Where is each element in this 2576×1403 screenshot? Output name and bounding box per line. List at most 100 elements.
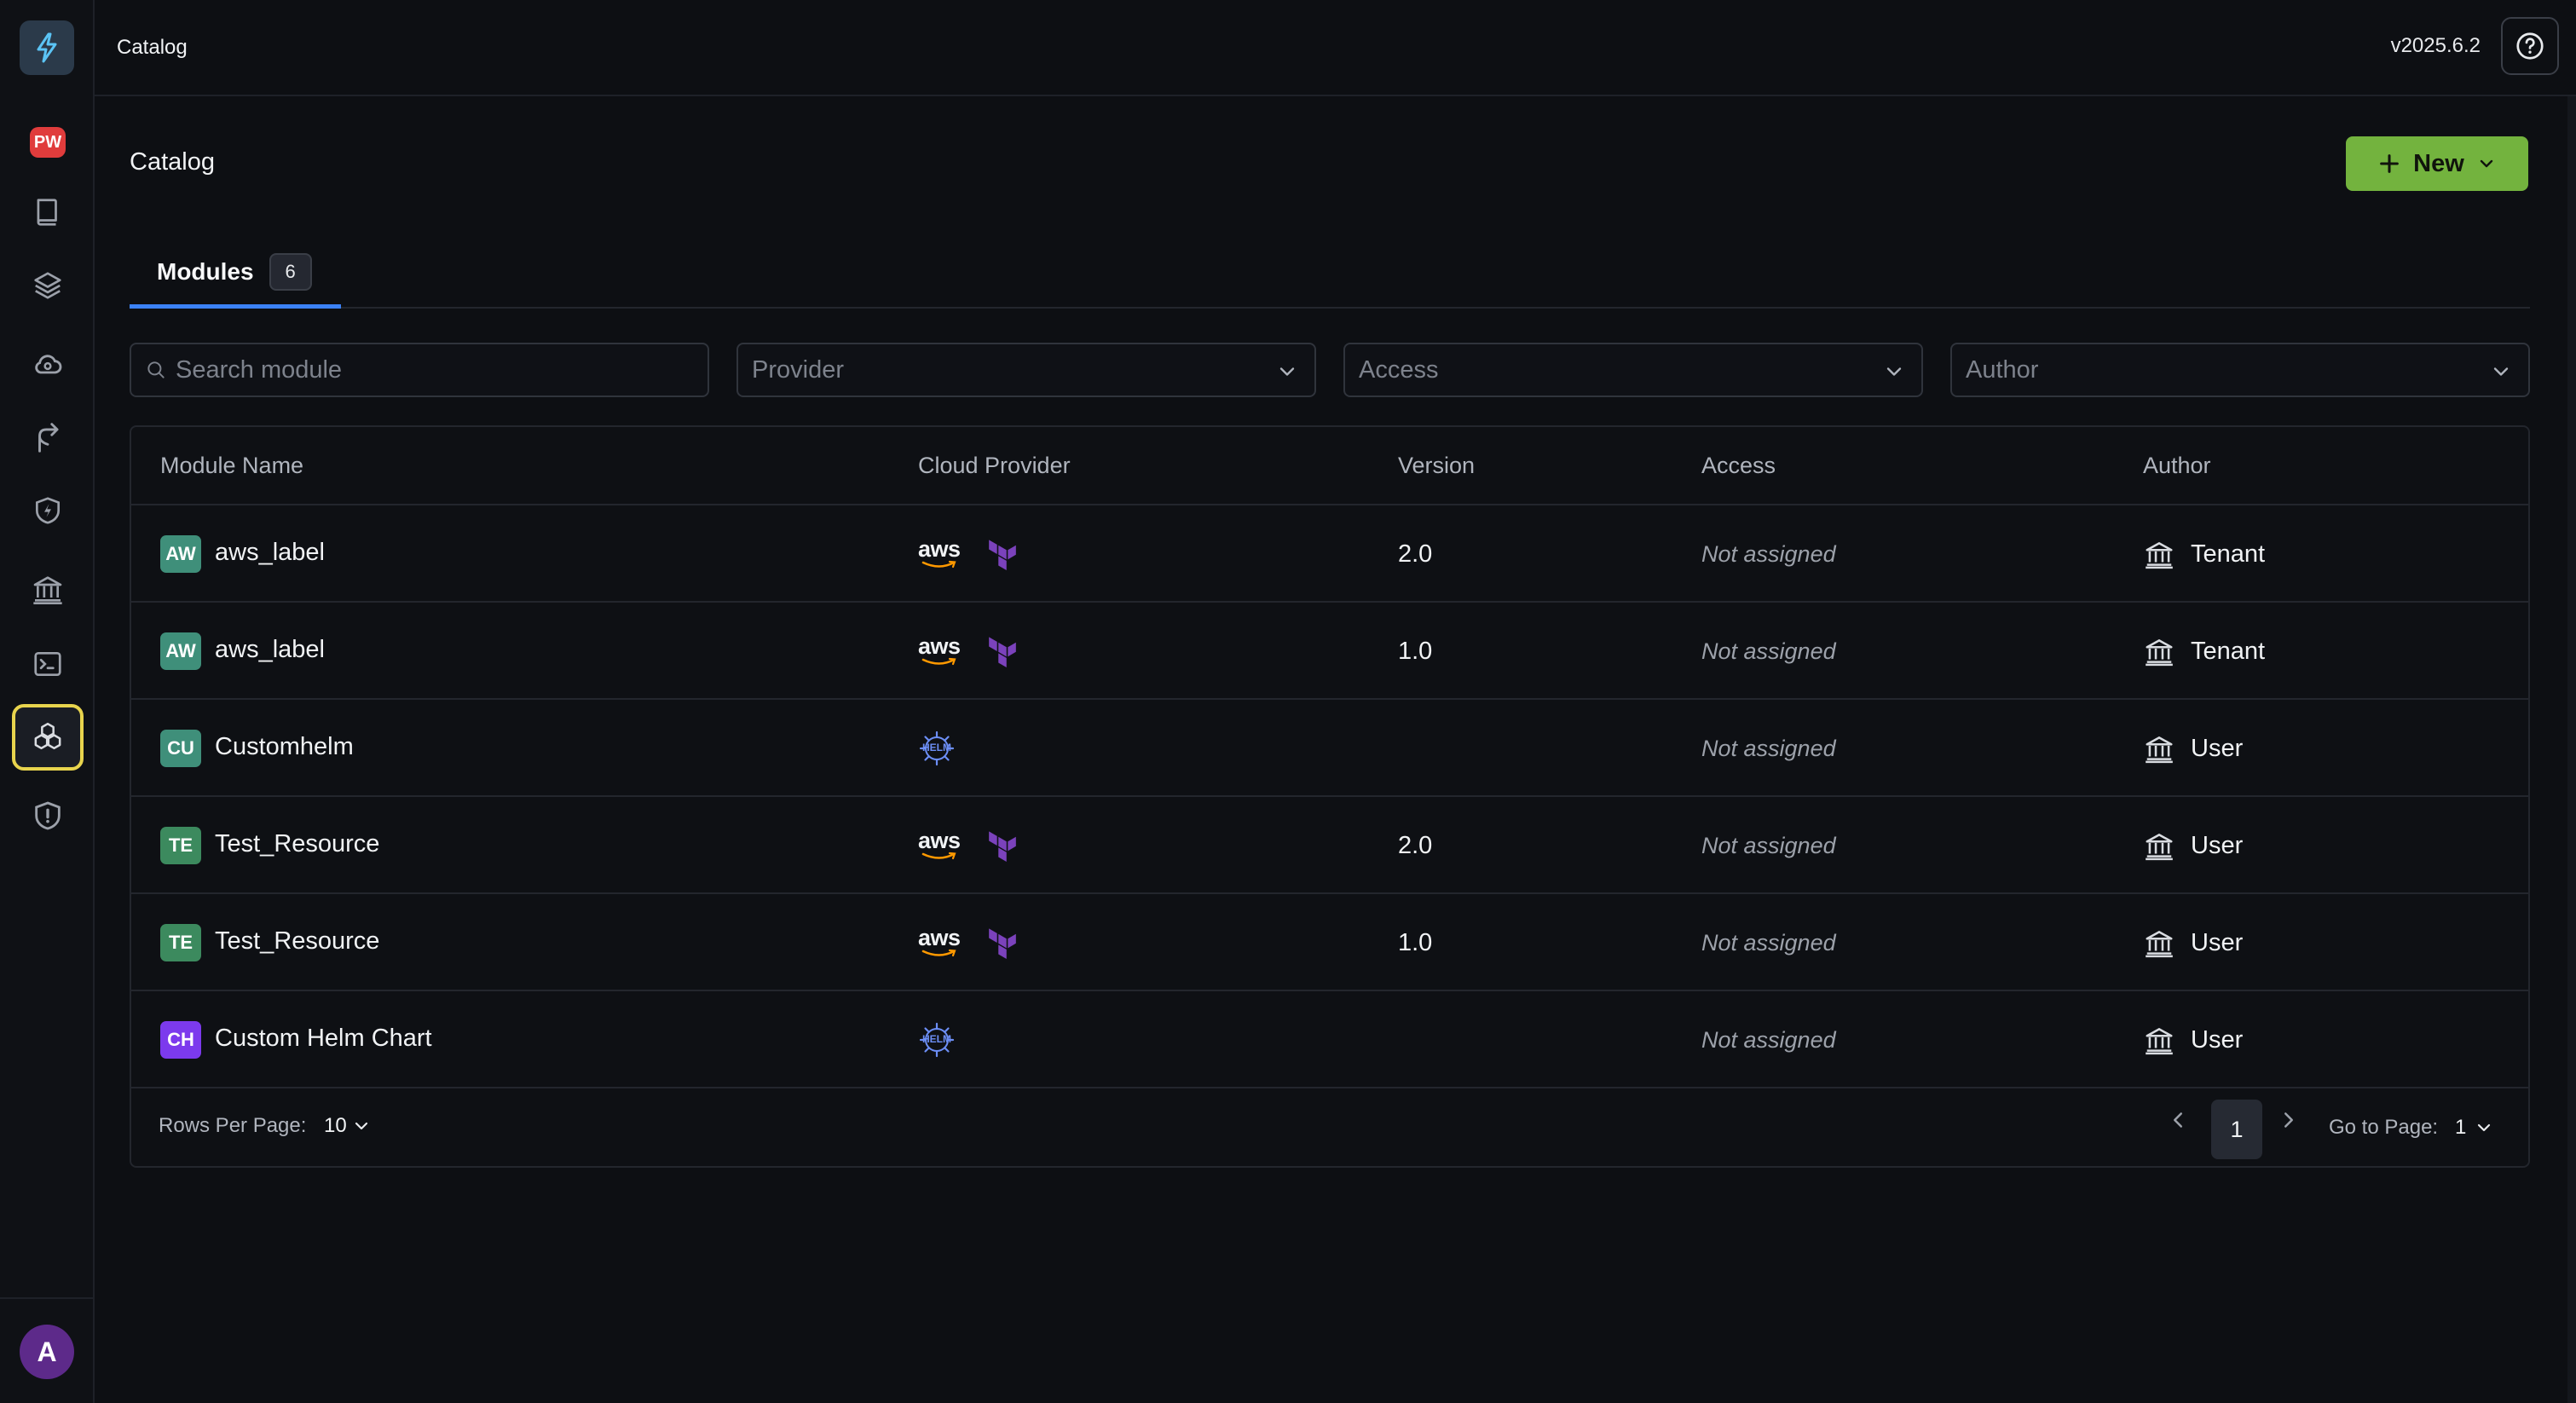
provider-select-label: Provider <box>752 355 844 384</box>
tab-modules[interactable]: Modules 6 <box>130 239 341 309</box>
module-version: 1.0 <box>1398 928 1433 956</box>
page-title: Catalog <box>130 148 215 176</box>
column-header-cloud-provider[interactable]: Cloud Provider <box>918 453 1071 479</box>
module-name[interactable]: Custom Helm Chart <box>215 1025 432 1053</box>
bank-icon <box>33 576 62 604</box>
tab-label: Modules <box>157 257 254 285</box>
aws-logo-icon: aws <box>918 635 961 667</box>
page-scrollbar[interactable] <box>2567 96 2576 1403</box>
module-name[interactable]: Test_Resource <box>215 830 379 858</box>
book-icon <box>37 199 57 226</box>
terraform-icon <box>988 831 1016 862</box>
author-select[interactable]: Author <box>1950 343 2530 397</box>
author-name: User <box>2191 928 2244 956</box>
app-logo[interactable] <box>20 20 74 75</box>
aws-smile-icon <box>921 949 956 957</box>
rows-per-page-label: Rows Per Page: <box>159 1114 307 1137</box>
shield-bolt-icon <box>35 497 61 524</box>
user-avatar[interactable]: A <box>20 1325 74 1379</box>
author-cell: User <box>2143 700 2243 797</box>
sidebar-item-layers[interactable] <box>12 252 84 319</box>
author-cell: User <box>2143 991 2243 1088</box>
module-initials-badge: AW <box>160 632 201 670</box>
sidebar-item-bank[interactable] <box>12 556 84 622</box>
chevron-down-icon[interactable] <box>351 1116 372 1136</box>
module-name[interactable]: aws_label <box>215 636 325 664</box>
current-page-button[interactable]: 1 <box>2211 1100 2262 1159</box>
table-row[interactable]: AW aws_label aws 2.0 Not assigned Tenant <box>131 505 2528 603</box>
table-row[interactable]: AW aws_label aws 1.0 Not assigned Tenant <box>131 603 2528 700</box>
new-button[interactable]: New <box>2346 136 2528 191</box>
access-select-label: Access <box>1359 355 1439 384</box>
next-page-button[interactable] <box>2276 1107 2302 1133</box>
rows-per-page-select[interactable]: 10 <box>324 1114 347 1138</box>
module-name[interactable]: aws_label <box>215 539 325 567</box>
author-name: User <box>2191 734 2244 762</box>
table-row[interactable]: CH Custom Helm Chart HELM Not assigned User <box>131 991 2528 1088</box>
chevron-down-icon <box>1886 367 1902 376</box>
column-header-author[interactable]: Author <box>2143 453 2211 479</box>
table-row[interactable]: CU Customhelm HELM Not assigned User <box>131 700 2528 797</box>
module-name-cell: TE Test_Resource <box>160 797 379 894</box>
version-cell: 1.0 <box>1398 894 1432 991</box>
access-select[interactable]: Access <box>1343 343 1923 397</box>
sidebar-item-terminal[interactable] <box>12 631 84 697</box>
workspace-badge: PW <box>30 127 66 158</box>
sidebar-item-modules[interactable] <box>12 704 84 771</box>
access-cell: Not assigned <box>1701 603 1836 700</box>
module-initials-badge: TE <box>160 827 201 864</box>
search-box[interactable] <box>130 343 709 397</box>
module-name[interactable]: Test_Resource <box>215 927 379 956</box>
sidebar-item-security[interactable] <box>12 782 84 849</box>
access-cell: Not assigned <box>1701 991 1836 1088</box>
module-name-cell: AW aws_label <box>160 505 325 603</box>
aws-smile-icon <box>921 560 956 569</box>
access-status: Not assigned <box>1701 735 1836 761</box>
module-name[interactable]: Customhelm <box>215 733 354 761</box>
module-name-cell: CU Customhelm <box>160 700 354 797</box>
column-header-module-name[interactable]: Module Name <box>160 453 303 479</box>
go-to-page-select[interactable]: 1 <box>2455 1116 2466 1140</box>
go-to-page-label: Go to Page: <box>2329 1116 2439 1139</box>
terraform-icon <box>988 637 1016 667</box>
modules-icon <box>34 722 61 750</box>
access-cell: Not assigned <box>1701 505 1836 603</box>
module-name-cell: CH Custom Helm Chart <box>160 991 432 1088</box>
sidebar-item-cloud[interactable] <box>12 331 84 397</box>
app-window: PW A Catalog v2025.6.2 Catalog New Modul… <box>0 0 2576 1403</box>
sidebar-item-git[interactable] <box>12 406 84 472</box>
sidebar-item-workspace[interactable]: PW <box>12 109 84 176</box>
module-initials-badge: CH <box>160 1021 201 1059</box>
search-icon <box>147 361 165 378</box>
author-cell: User <box>2143 797 2243 894</box>
sidebar-item-policies[interactable] <box>12 477 84 544</box>
search-input[interactable] <box>176 355 653 384</box>
table-row[interactable]: TE Test_Resource aws 1.0 Not assigned User <box>131 894 2528 991</box>
cloud-icon <box>35 355 62 374</box>
modules-table: Module Name Cloud Provider Version Acces… <box>130 425 2530 1168</box>
new-button-label: New <box>2413 149 2464 177</box>
help-button[interactable] <box>2501 17 2559 75</box>
provider-select[interactable]: Provider <box>736 343 1316 397</box>
table-row[interactable]: TE Test_Resource aws 2.0 Not assigned User <box>131 797 2528 894</box>
top-bar: Catalog v2025.6.2 <box>95 0 2576 96</box>
column-header-access[interactable]: Access <box>1701 453 1776 479</box>
author-cell: Tenant <box>2143 505 2265 603</box>
sidebar-item-book[interactable] <box>12 179 84 245</box>
chevron-down-icon[interactable] <box>2474 1117 2494 1138</box>
cloud-provider-cell: aws <box>918 797 1019 894</box>
access-status: Not assigned <box>1701 638 1836 664</box>
column-header-version[interactable]: Version <box>1398 453 1475 479</box>
aws-logo-icon: aws <box>918 829 961 862</box>
version-label: v2025.6.2 <box>2390 34 2481 57</box>
previous-page-button[interactable] <box>2165 1107 2191 1133</box>
chevron-down-icon <box>2480 159 2493 168</box>
version-cell: 1.0 <box>1398 603 1432 700</box>
tab-count-badge: 6 <box>269 252 312 291</box>
cloud-provider-cell: aws <box>918 603 1019 700</box>
chevron-down-icon <box>2493 367 2509 376</box>
author-name: Tenant <box>2191 540 2266 568</box>
plus-icon <box>2380 154 2400 173</box>
layers-icon <box>34 272 61 299</box>
breadcrumb: Catalog <box>117 36 188 59</box>
